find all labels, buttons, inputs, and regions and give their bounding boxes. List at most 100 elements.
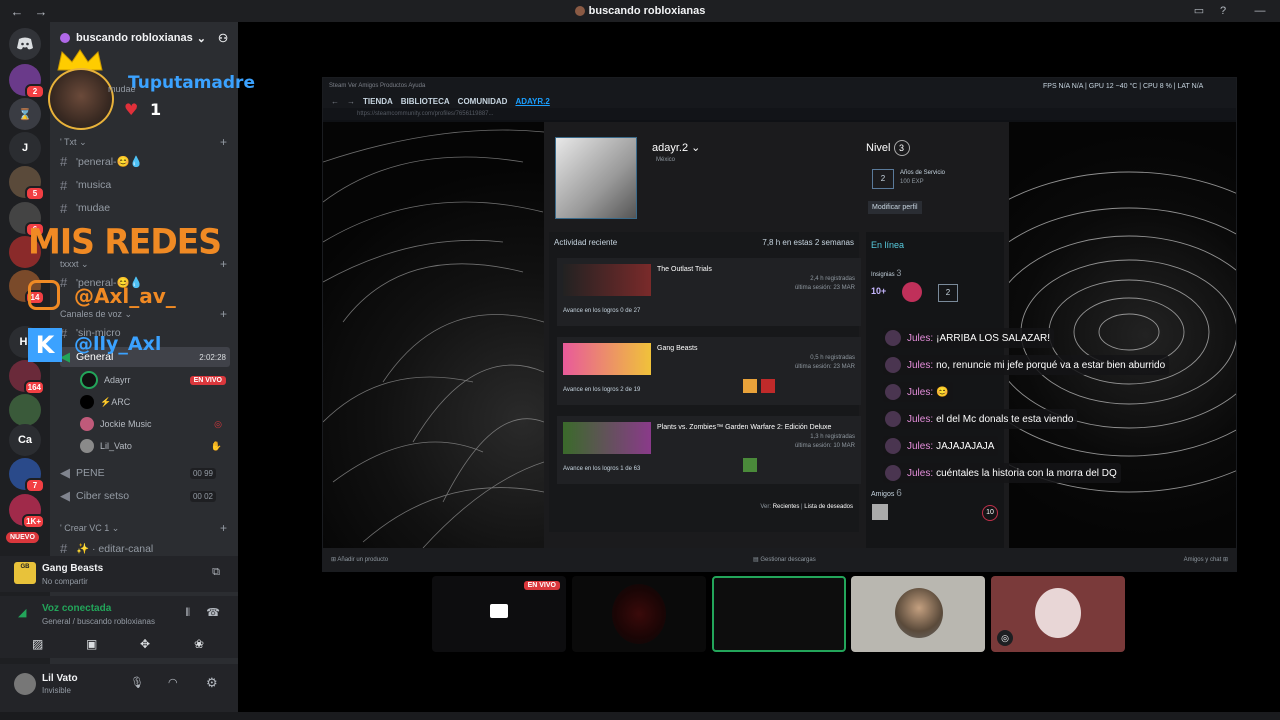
downloads-button[interactable]: ▤ Gestionar descargas [753,556,816,563]
gear-icon[interactable]: ⚙ [206,675,218,691]
noise-suppression-icon[interactable]: ⫴ [185,607,190,620]
participant-tile-2[interactable] [572,576,706,652]
game-row-outlast[interactable]: The Outlast Trials 2,4 h registradas últ… [557,258,861,326]
headphones-icon[interactable]: ◠ [168,676,178,689]
background-art-left [322,122,545,549]
voice-user-lilvato[interactable]: Lil_Vato ✋ [80,436,230,456]
soundboard-icon[interactable]: ❀ [194,637,204,651]
voice-channel-ciber[interactable]: ◀ Ciber setso 00 02 [60,486,230,506]
participant-tile-5[interactable]: ◎ [991,576,1125,652]
channel-general[interactable]: #'peneral-😊💧 [60,151,230,171]
hash-icon: # [60,200,68,216]
recent-activity: Actividad reciente 7,8 h en estas 2 sema… [549,232,861,532]
participant-tile-4[interactable] [851,576,985,652]
channel-musica[interactable]: #'musica [60,175,230,195]
title-bar: ← → buscando robloxianas ▭ ? — [0,0,1280,22]
game-thumbnail [563,264,651,296]
activity-panel: GB Gang Beasts No compartir ⧉ [0,556,238,592]
discord-home-icon[interactable] [9,28,41,60]
profile-avatar[interactable] [555,137,637,219]
view-filter: Ver: Recientes | Lista de deseados [760,504,853,510]
tab-store[interactable]: TIENDA [363,97,393,106]
add-channel-icon[interactable]: + [220,135,227,149]
game-row-pvz[interactable]: Plants vs. Zombies™ Garden Warfare 2: Ed… [557,416,861,484]
avatar [80,395,94,409]
forward-icon[interactable]: → [347,97,355,106]
profile-name[interactable]: adayr.2 ⌄ [652,141,700,154]
category-voice[interactable]: Canales de voz ⌄ + [60,307,227,321]
tab-profile[interactable]: ADAYR.2 [515,97,549,106]
screen-share-icon[interactable]: ▣ [86,637,97,651]
activities-icon[interactable]: ✥ [140,637,150,651]
edit-profile-button[interactable]: Modificar perfil [868,201,922,214]
voice-user-arc[interactable]: ⚡ARC [80,392,230,412]
game-icon: GB [14,562,36,584]
server-icon-ca[interactable]: Ca [9,424,41,456]
server-icon-8[interactable] [9,394,41,426]
camera-off-icon[interactable]: ▨ [32,637,43,651]
instagram-icon [28,280,60,310]
server-icon-7[interactable]: 164 [9,360,45,395]
steam-badge-icon [902,282,922,302]
badges-section[interactable]: Insignias 3 [871,268,901,278]
server-icon-1[interactable]: 2 [9,64,45,99]
screen-icon [490,604,508,618]
voice-actions: ▨ ▣ ✥ ❀ [0,632,238,658]
voice-connection-panel: ◢ Voz conectada General / buscando roblo… [0,596,238,632]
tab-community[interactable]: COMUNIDAD [458,97,508,106]
avatar[interactable] [14,673,36,695]
steam-menubar: Steam Ver Amigos Productos Ayuda FPS N/A… [323,78,1236,94]
friends-section[interactable]: Amigos 6 [871,488,902,499]
voice-user-jockie[interactable]: Jockie Music ◎ [80,414,230,434]
inbox-icon[interactable]: ▭ [1191,3,1207,19]
add-channel-icon[interactable]: + [220,521,227,535]
friends-chat-button[interactable]: Amigos y chat ⊞ [1184,556,1228,563]
tab-library[interactable]: BIBLIOTECA [401,97,450,106]
avatar [885,411,901,427]
steam-url: https://steamcommunity.com/profiles/7656… [323,108,1236,120]
category-txt[interactable]: ' Txt ⌄ + [60,135,227,149]
achievement-icon [743,379,757,393]
hourglass-icon: ⌛ [18,108,32,121]
avatar [885,384,901,400]
participant-tile-speaking[interactable] [712,576,846,652]
mic-icon[interactable]: 🎙 [130,676,144,689]
streaming-icon: ✋ [210,440,222,451]
participant-tile-stream[interactable]: EN VIVO [432,576,566,652]
user-limit-badge: 00 02 [189,490,216,502]
user-panel: Lil Vato Invisible 🎙 ◠ ⚙ [0,664,238,712]
channel-mudae[interactable]: #'mudae [60,198,230,218]
avatar [80,371,98,389]
game-row-gang-beasts[interactable]: Gang Beasts 0,5 h registradas última ses… [557,337,861,405]
user-limit-badge: 00 99 [189,467,216,479]
share-screen-icon[interactable]: ⧉ [212,566,220,579]
add-member-icon[interactable]: ⚇ [218,32,228,45]
new-badge[interactable]: NUEVO [6,532,39,543]
friend-avatar[interactable] [872,504,888,520]
server-icon-2[interactable]: ⌛ [9,98,41,130]
speaker-icon: ◀ [60,488,70,503]
steam-stream[interactable]: Steam Ver Amigos Productos Ayuda FPS N/A… [322,77,1280,572]
hash-icon: # [60,540,68,556]
add-product-button[interactable]: ⊞ Añadir un producto [331,556,388,563]
add-channel-icon[interactable]: + [220,257,227,271]
hangup-icon[interactable]: ☎ [206,606,220,619]
server-icon-3[interactable]: 5 [9,166,45,201]
add-channel-icon[interactable]: + [220,307,227,321]
server-icon-j[interactable]: J [9,132,41,164]
voice-user-adayrr[interactable]: Adayrr EN VIVO [80,370,230,390]
server-icon-9[interactable]: 1K+ [9,494,45,529]
back-icon[interactable]: ← [331,97,339,106]
help-icon[interactable]: ? [1215,3,1231,19]
chat-message: Jules: 😊 [883,382,953,402]
voice-channel-pene[interactable]: ◀ PENE 00 99 [60,463,230,483]
deafened-icon: ◎ [214,418,222,429]
server-icon-gw[interactable]: 7 [9,458,45,493]
badge-icon: 10+ [871,286,887,296]
category-crear[interactable]: ' Crear VC 1 ⌄ + [60,521,227,535]
chat-message: Jules: el del Mc donals te esta viendo [883,409,1078,429]
minimize-icon[interactable]: — [1252,3,1268,19]
boost-icon [60,33,70,43]
avatar [885,357,901,373]
channel-editar[interactable]: # ✨ · editar-canal [60,538,230,558]
